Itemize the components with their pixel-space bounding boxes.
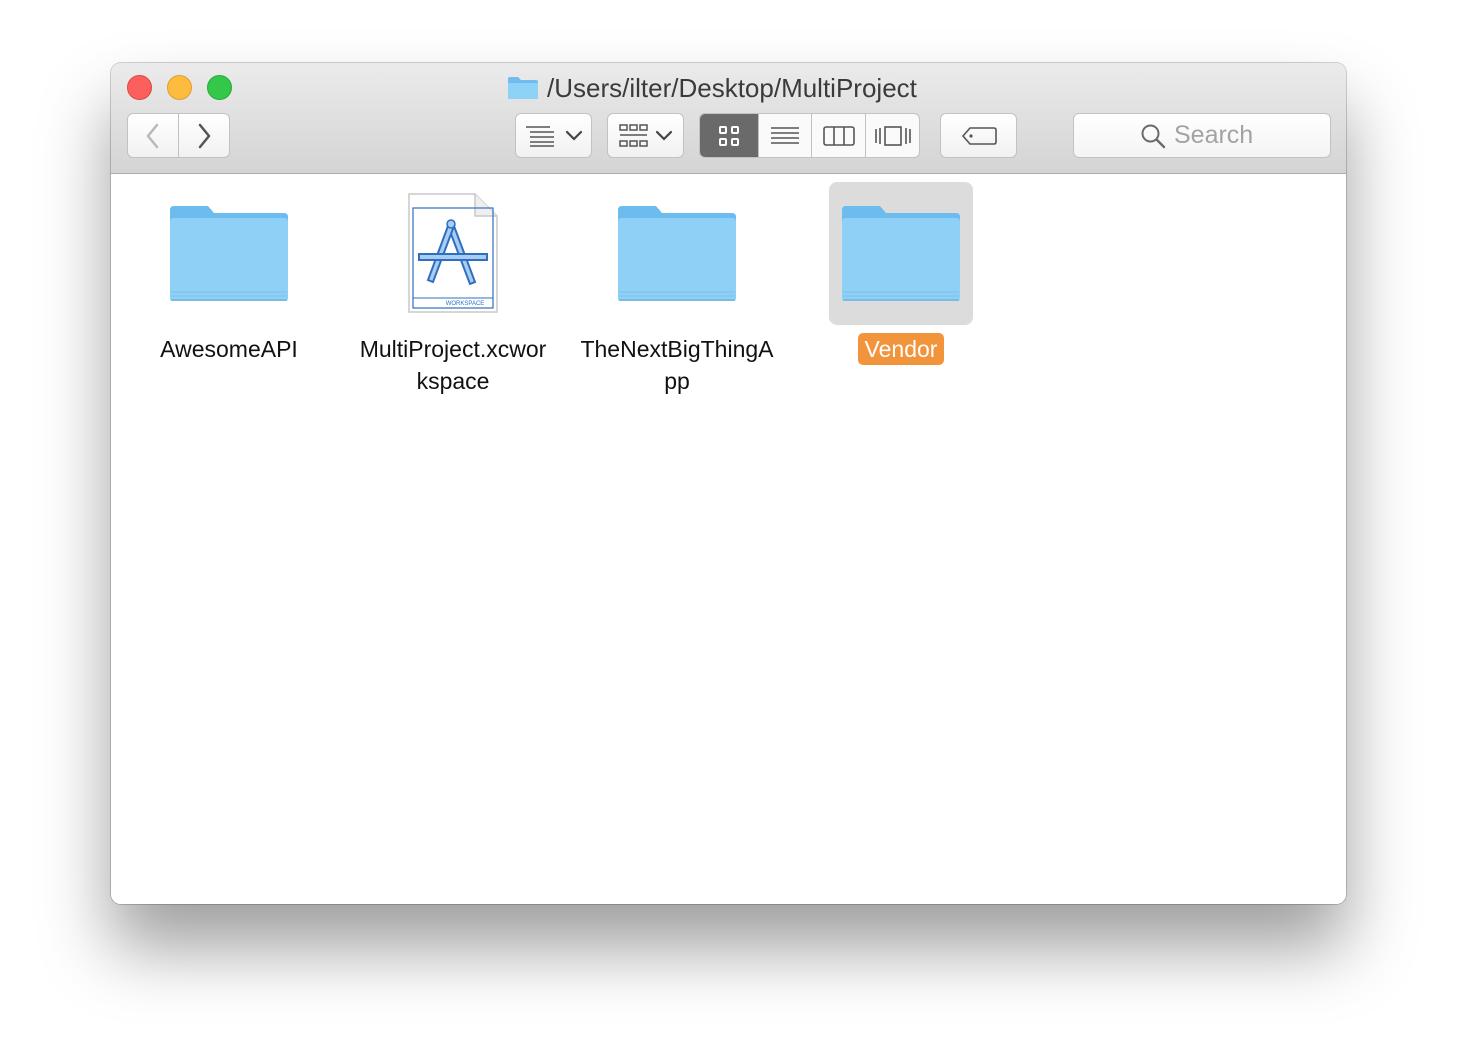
path-title: /Users/ilter/Desktop/MultiProject <box>547 72 917 103</box>
close-button[interactable] <box>127 75 152 100</box>
icon-view-icon <box>719 125 739 146</box>
icon-view-area[interactable]: AwesomeAPI WORKSPACE MultiProject.xcwork… <box>111 174 1346 904</box>
back-button[interactable] <box>127 113 179 158</box>
view-mode-control <box>699 113 920 158</box>
search-field[interactable] <box>1073 113 1331 158</box>
folder-icon <box>508 77 538 99</box>
finder-window: /Users/ilter/Desktop/MultiProject Search… <box>111 63 1346 904</box>
toolbar: /Users/ilter/Desktop/MultiProject <box>111 63 1346 174</box>
folder-icon-wrap <box>829 182 973 325</box>
tags-button[interactable] <box>940 113 1017 158</box>
group-button[interactable] <box>607 113 684 158</box>
chevron-down-icon <box>565 130 582 141</box>
file-item-awesomeapi[interactable]: AwesomeAPI <box>124 182 334 365</box>
folder-icon <box>170 205 288 301</box>
tag-icon <box>961 126 997 145</box>
zoom-button[interactable] <box>207 75 232 100</box>
folder-icon-wrap <box>157 182 301 325</box>
file-item-xcworkspace[interactable]: WORKSPACE MultiProject.xcworkspace <box>348 182 558 397</box>
minimize-button[interactable] <box>167 75 192 100</box>
folder-icon-wrap <box>605 182 749 325</box>
group-grid-icon <box>618 123 648 147</box>
cover-flow-view-icon <box>874 125 911 146</box>
list-view-icon <box>771 126 799 144</box>
search-icon <box>1141 124 1166 148</box>
window-title: /Users/ilter/Desktop/MultiProject <box>507 71 917 105</box>
file-item-thenextbigthingapp[interactable]: TheNextBigThingApp <box>572 182 782 397</box>
arrange-menu-icon <box>525 125 554 147</box>
chevron-left-icon <box>146 123 159 148</box>
file-name: Vendor <box>857 333 945 365</box>
chevron-down-icon <box>655 130 672 141</box>
file-name: AwesomeAPI <box>160 336 298 362</box>
cover-flow-view-button[interactable] <box>866 114 919 157</box>
folder-icon <box>618 205 736 301</box>
xcode-workspace-icon: WORKSPACE <box>408 192 498 313</box>
file-name: TheNextBigThingApp <box>580 336 774 394</box>
forward-button[interactable] <box>178 113 230 158</box>
file-name: MultiProject.xcworkspace <box>359 336 547 394</box>
workspace-icon-wrap: WORKSPACE <box>381 182 525 325</box>
icon-view-button[interactable] <box>700 114 759 157</box>
workspace-caption: WORKSPACE <box>446 301 485 307</box>
folder-icon <box>842 205 960 301</box>
column-view-icon <box>822 125 855 146</box>
file-item-vendor[interactable]: Vendor <box>796 182 1006 365</box>
search-input[interactable] <box>1174 121 1264 150</box>
list-view-button[interactable] <box>759 114 812 157</box>
chevron-right-icon <box>198 123 211 148</box>
column-view-button[interactable] <box>812 114 866 157</box>
arrange-button[interactable] <box>515 113 592 158</box>
